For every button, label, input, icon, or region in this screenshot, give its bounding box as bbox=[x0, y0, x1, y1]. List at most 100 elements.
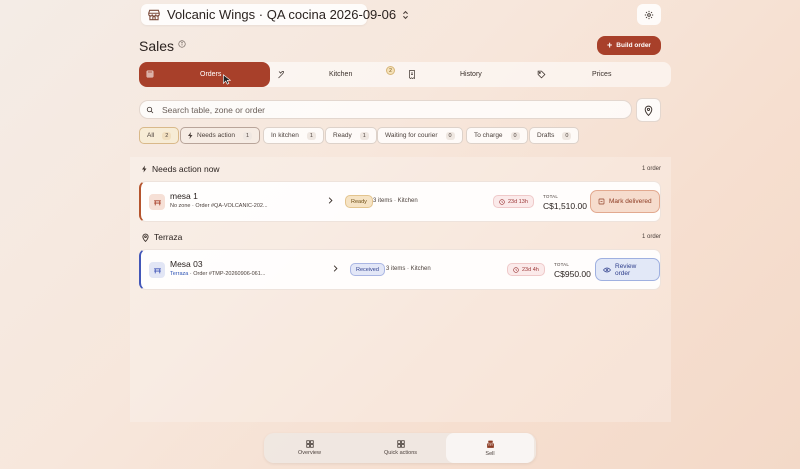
order-total: C$1,510.00 bbox=[543, 201, 587, 211]
total-label: TOTAL bbox=[543, 194, 559, 199]
apps-icon bbox=[396, 440, 405, 448]
mark-delivered-button[interactable]: Mark delivered bbox=[590, 190, 660, 213]
register-icon bbox=[486, 440, 495, 449]
venue-title: Volcanic Wings · QA cocina 2026-09-06 bbox=[167, 7, 397, 22]
page-title: Sales bbox=[139, 38, 175, 54]
chevron-right-icon bbox=[328, 197, 333, 204]
section-count: 1 order bbox=[641, 234, 661, 240]
filter-chip-all[interactable]: All 2 bbox=[139, 127, 180, 144]
build-order-button[interactable]: + Build order bbox=[597, 36, 661, 55]
search-input[interactable] bbox=[162, 104, 631, 115]
elapsed-time-badge: 23d 4h bbox=[507, 263, 545, 276]
chip-label: To charge bbox=[474, 132, 503, 139]
filter-chip-to-charge[interactable]: To charge 0 bbox=[466, 127, 528, 144]
tab-bar: Orders Kitchen 2 History Prices bbox=[139, 62, 671, 87]
unfold-icon bbox=[402, 10, 409, 20]
filter-chip-ready[interactable]: Ready 1 bbox=[325, 127, 377, 144]
tab-label: Kitchen bbox=[329, 71, 353, 78]
nav-label: Overview bbox=[298, 450, 321, 456]
tab-kitchen[interactable]: Kitchen 2 bbox=[270, 62, 401, 87]
bottom-navigation: Overview Quick actions Sell bbox=[264, 433, 536, 463]
total-label: TOTAL bbox=[554, 262, 570, 267]
search-bar bbox=[139, 100, 632, 119]
action-label: Mark delivered bbox=[609, 198, 652, 205]
order-total: C$950.00 bbox=[554, 269, 591, 279]
nav-label: Quick actions bbox=[383, 450, 417, 456]
elapsed-time-badge: 23d 13h bbox=[493, 195, 534, 208]
tab-label: Prices bbox=[592, 71, 612, 78]
chip-count: 1 bbox=[242, 131, 253, 140]
elapsed-time: 23d 13h bbox=[508, 198, 528, 205]
chip-label: Needs action bbox=[197, 132, 235, 139]
clock-icon bbox=[513, 266, 519, 273]
chip-label: All bbox=[147, 132, 155, 139]
nav-quick-actions[interactable]: Quick actions bbox=[355, 433, 446, 463]
location-pin-icon bbox=[142, 233, 149, 242]
filter-chip-drafts[interactable]: Drafts 0 bbox=[529, 127, 580, 144]
chevron-right-icon bbox=[333, 265, 338, 272]
cursor-icon bbox=[222, 74, 231, 85]
tab-label: Orders bbox=[200, 71, 222, 78]
chip-label: Drafts bbox=[537, 132, 555, 139]
nav-sell[interactable]: Sell bbox=[446, 433, 534, 463]
chip-count: 1 bbox=[359, 131, 369, 140]
kitchen-badge: 2 bbox=[386, 66, 395, 75]
bolt-icon bbox=[142, 165, 147, 173]
search-icon bbox=[146, 106, 154, 114]
chef-icon bbox=[277, 70, 285, 79]
order-card-mesa-1[interactable]: mesa 1 No zone · Order #QA-VOLCANIC-202.… bbox=[139, 181, 661, 222]
clock-icon bbox=[499, 198, 505, 205]
order-subline: No zone · Order #QA-VOLCANIC-202... bbox=[170, 203, 268, 209]
nav-overview[interactable]: Overview bbox=[264, 433, 355, 463]
receipt-icon bbox=[598, 198, 605, 205]
chip-count: 0 bbox=[445, 131, 455, 140]
settings-button[interactable] bbox=[637, 4, 661, 25]
status-badge: Received bbox=[350, 263, 385, 276]
order-zone: Terraza bbox=[170, 271, 189, 277]
venue-selector[interactable]: Volcanic Wings · QA cocina 2026-09-06 bbox=[141, 4, 409, 25]
location-pin-icon bbox=[644, 105, 653, 116]
chip-count: 2 bbox=[162, 131, 172, 140]
review-order-button[interactable]: Review order bbox=[595, 258, 660, 281]
bolt-icon bbox=[188, 132, 193, 139]
status-badge: Ready bbox=[345, 195, 373, 208]
tab-label: History bbox=[460, 71, 482, 78]
chip-label: Ready bbox=[333, 132, 352, 139]
section-count: 1 order bbox=[641, 166, 661, 172]
filter-chip-in-kitchen[interactable]: In kitchen 1 bbox=[263, 127, 324, 144]
order-reference: Order #QA-VOLCANIC-202... bbox=[195, 203, 268, 209]
tag-icon bbox=[537, 70, 546, 79]
order-items-summary: 3 items · Kitchen bbox=[373, 198, 418, 204]
location-filter-button[interactable] bbox=[636, 98, 661, 122]
tab-prices[interactable]: Prices bbox=[532, 62, 671, 87]
chip-label: In kitchen bbox=[271, 132, 299, 139]
receipt-icon bbox=[408, 70, 416, 79]
chip-label: Waiting for courier bbox=[385, 132, 438, 139]
eye-icon bbox=[603, 267, 611, 273]
action-label: Review order bbox=[615, 262, 637, 277]
order-reference: Order #TMP-20260906-061... bbox=[193, 271, 266, 277]
chip-count: 0 bbox=[562, 131, 572, 140]
build-order-label: Build order bbox=[616, 42, 651, 49]
tab-orders[interactable]: Orders bbox=[139, 62, 270, 87]
order-table-name: mesa 1 bbox=[170, 191, 198, 201]
elapsed-time: 23d 4h bbox=[522, 266, 539, 273]
chip-count: 0 bbox=[510, 131, 520, 140]
table-icon bbox=[149, 194, 165, 210]
section-header-terraza: Terraza bbox=[142, 232, 182, 242]
section-title: Needs action now bbox=[152, 164, 220, 174]
filter-chip-needs-action[interactable]: Needs action 1 bbox=[180, 127, 261, 144]
gear-icon bbox=[644, 10, 654, 20]
order-items-summary: 3 items · Kitchen bbox=[386, 266, 431, 272]
order-card-mesa-03[interactable]: Mesa 03 Terraza · Order #TMP-20260906-06… bbox=[139, 249, 661, 290]
chip-count: 1 bbox=[306, 131, 316, 140]
grid-icon bbox=[146, 70, 154, 78]
info-icon[interactable] bbox=[178, 40, 186, 48]
dashboard-icon bbox=[305, 440, 314, 448]
filter-chip-waiting-for-courier[interactable]: Waiting for courier 0 bbox=[377, 127, 463, 144]
plus-icon: + bbox=[607, 40, 613, 50]
tab-history[interactable]: History bbox=[401, 62, 532, 87]
table-icon bbox=[149, 262, 165, 278]
section-header-needs-action: Needs action now bbox=[142, 164, 220, 174]
order-subline: Terraza · Order #TMP-20260906-061... bbox=[170, 271, 266, 277]
